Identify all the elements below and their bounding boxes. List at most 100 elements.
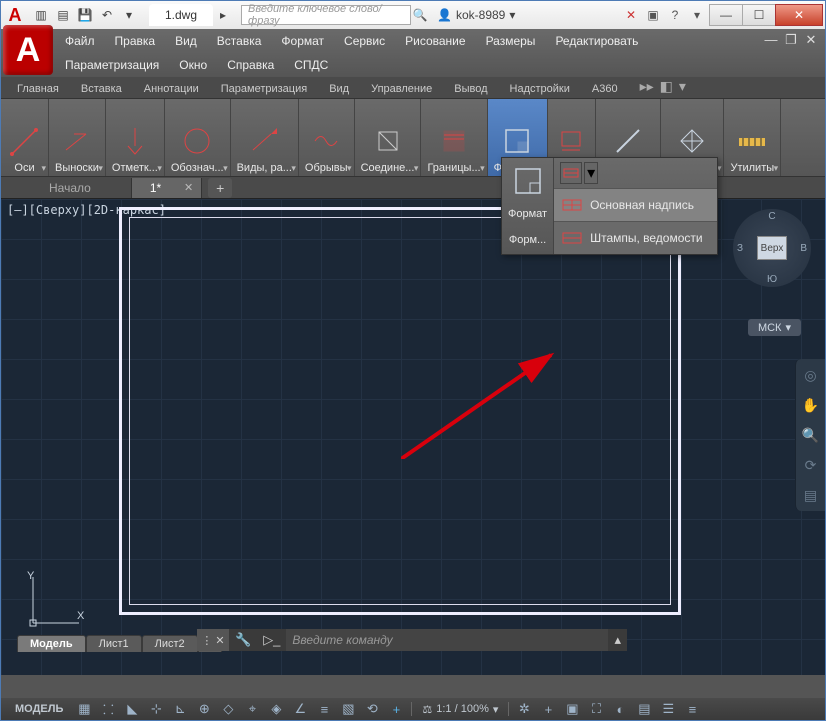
maximize-button[interactable]: ☐ [742,4,776,26]
sb-snap-icon[interactable]: ⸬ [97,700,119,718]
cmd-handle-icon[interactable]: ⋮ ✕ [197,629,229,651]
nav-pan-icon[interactable]: ✋ [801,395,821,415]
sb-annomon-icon[interactable]: + [385,700,407,718]
user-account[interactable]: 👤 kok-8989 ▾ [429,8,523,22]
undo-icon[interactable]: ↶ [97,5,117,25]
menu-format[interactable]: Формат [271,31,334,53]
sb-gear-icon[interactable]: ✲ [513,700,535,718]
new-icon[interactable]: ▥ [31,5,51,25]
tab-home[interactable]: Главная [7,80,69,98]
panel-util[interactable]: Утилиты▾ [724,99,781,176]
sb-clean-icon[interactable]: ☰ [657,700,679,718]
sb-osnap-icon[interactable]: ⌖ [241,700,263,718]
doc-tab-1[interactable]: 1*✕ [132,178,202,198]
panel-sections[interactable]: Виды, ра...▾ [231,99,299,176]
menu-window[interactable]: Окно [169,55,217,77]
sb-plus-icon[interactable]: + [537,700,559,718]
format-icon[interactable] [511,164,545,198]
sb-custom-icon[interactable]: ≡ [681,700,703,718]
sb-max-icon[interactable]: ⛶ [585,700,607,718]
sb-otrack-icon[interactable]: ∠ [289,700,311,718]
model-paper-toggle[interactable]: МОДЕЛЬ [7,703,71,715]
app-cloud-icon[interactable]: ▣ [644,6,662,24]
nav-zoom-icon[interactable]: 🔍 [801,425,821,445]
mdi-close[interactable]: ✕ [803,32,819,48]
close-button[interactable]: ✕ [775,4,823,26]
menu-dim[interactable]: Размеры [476,31,546,53]
qat-expand-icon[interactable]: ▾ [119,5,139,25]
doc-tab-add[interactable]: + [208,178,232,198]
menu-modify[interactable]: Редактировать [545,31,648,53]
tab-output[interactable]: Вывод [444,80,497,98]
sb-polar-icon[interactable]: ⊕ [193,700,215,718]
menu-insert[interactable]: Вставка [207,31,272,53]
close-icon[interactable]: ✕ [184,181,193,194]
tab-param[interactable]: Параметризация [211,80,317,98]
title-dropdown[interactable]: ▾ [688,6,706,24]
cmd-wrench-icon[interactable]: 🔧 [229,632,257,648]
nav-orbit-icon[interactable]: ⟳ [801,455,821,475]
sb-annoscale[interactable]: ⚖ 1:1 / 100% ▾ [416,703,504,716]
sb-transp-icon[interactable]: ▧ [337,700,359,718]
menu-draw[interactable]: Рисование [395,31,475,53]
dropdown-arrow-icon[interactable]: ▾ [584,162,598,184]
panel-desig[interactable]: Обознач...▾ [165,99,231,176]
sb-iso-icon[interactable]: ◇ [217,700,239,718]
sb-3dosnap-icon[interactable]: ◈ [265,700,287,718]
layout-tab-model[interactable]: Модель [17,635,86,652]
menu-titleblock[interactable]: Основная надпись [554,188,717,221]
tab-manage[interactable]: Управление [361,80,442,98]
tab-addins[interactable]: Надстройки [500,80,580,98]
sb-ortho-icon[interactable]: ⊾ [169,700,191,718]
layout-tab-sheet2[interactable]: Лист2 [142,635,198,652]
mdi-minimize[interactable]: — [763,32,779,48]
mdi-restore[interactable]: ❐ [783,32,799,48]
title-menu-arrow[interactable]: ▸ [213,5,233,25]
tab-annot[interactable]: Аннотации [134,80,209,98]
search-input[interactable]: Введите ключевое слово/фразу [241,5,411,25]
sb-dyn-icon[interactable]: ⊹ [145,700,167,718]
menu-view[interactable]: Вид [165,31,207,53]
menu-file[interactable]: Файл [55,31,105,53]
panel-bound[interactable]: Границы...▾ [421,99,487,176]
command-line[interactable]: ⋮ ✕ 🔧 ▷_ Введите команду ▴ [197,629,627,651]
panel-breaks[interactable]: Обрывы▾ [299,99,355,176]
viewcube-e[interactable]: В [800,243,807,254]
tab-a360[interactable]: А360 [582,80,628,98]
menu-edit[interactable]: Правка [105,31,166,53]
sb-grid-icon[interactable]: ▦ [73,700,95,718]
minimize-button[interactable]: — [709,4,743,26]
app-menu-button[interactable]: A [3,25,53,75]
app-logo-small[interactable]: A [4,4,26,26]
save-icon[interactable]: 💾 [75,5,95,25]
nav-showmotion-icon[interactable]: ▤ [801,485,821,505]
doc-tab-start[interactable]: Начало [31,178,132,198]
sb-lwt-icon[interactable]: ≡ [313,700,335,718]
viewcube-n[interactable]: С [768,211,775,222]
tab-insert[interactable]: Вставка [71,80,132,98]
cmd-expand-icon[interactable]: ▴ [608,632,627,648]
tab-extra-icon1[interactable]: ▸▸ [640,78,654,95]
layout-tab-sheet1[interactable]: Лист1 [86,635,142,652]
sb-hw-icon[interactable]: ◐ [609,700,631,718]
menu-help[interactable]: Справка [217,55,284,77]
menu-param[interactable]: Параметризация [55,55,169,77]
viewcube-s[interactable]: Ю [767,274,777,285]
sb-ws-icon[interactable]: ▣ [561,700,583,718]
command-input[interactable]: Введите команду [286,629,608,651]
sb-iso2-icon[interactable]: ▤ [633,700,655,718]
binoculars-icon[interactable]: 🔍 [411,6,429,24]
tab-extra-icon2[interactable]: ◧ [660,78,673,95]
panel-marks[interactable]: Отметк...▾ [106,99,165,176]
menu-tools[interactable]: Сервис [334,31,395,53]
panel-axes[interactable]: Оси▾ [1,99,49,176]
panel-callouts[interactable]: Выноски▾ [49,99,106,176]
panel-conn[interactable]: Соедине...▾ [355,99,422,176]
coord-system-selector[interactable]: МСК▾ [748,319,801,336]
viewcube-top[interactable]: Верх [757,236,787,260]
sb-cycle-icon[interactable]: ⟲ [361,700,383,718]
nav-wheel-icon[interactable]: ◎ [801,365,821,385]
drawing-canvas[interactable]: [–][Сверху][2D-каркас] Y X С В Ю З Верх … [1,199,825,675]
sb-infer-icon[interactable]: ◣ [121,700,143,718]
viewcube-w[interactable]: З [737,243,743,254]
